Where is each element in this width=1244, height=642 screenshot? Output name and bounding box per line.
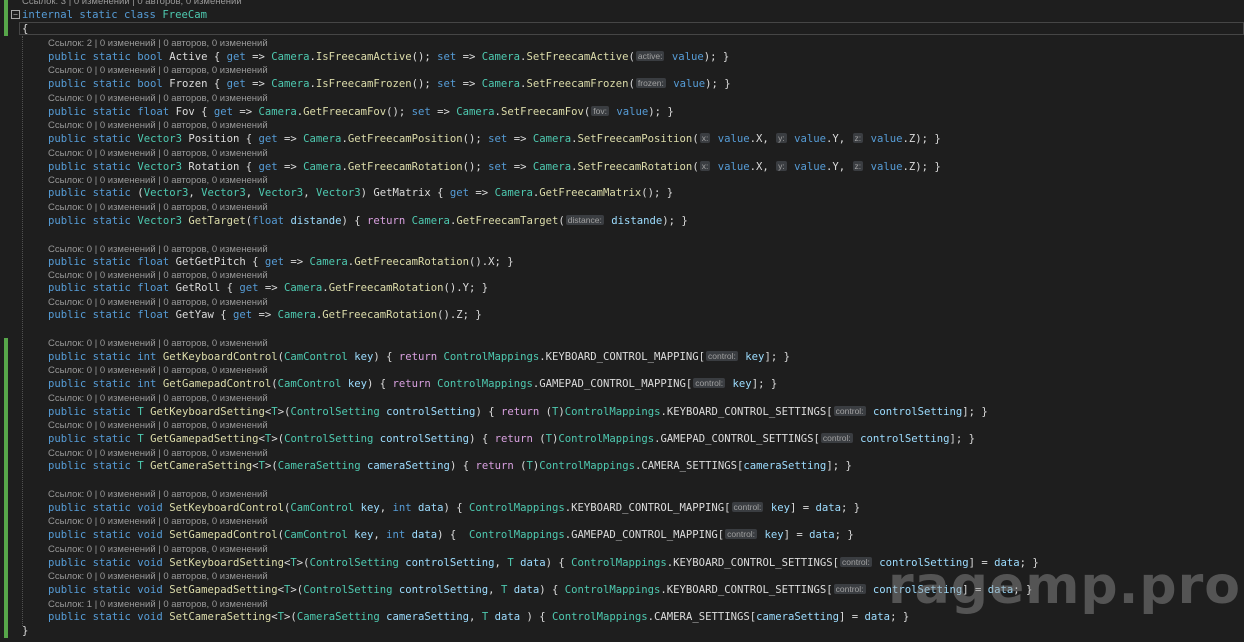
code-line[interactable]: public static T GetGamepadSetting<T>(Con… bbox=[48, 431, 975, 446]
code-line[interactable]: public static int GetKeyboardControl(Cam… bbox=[48, 349, 790, 364]
code-line[interactable]: public static bool Frozen { get => Camer… bbox=[48, 76, 731, 91]
code-line[interactable]: public static (Vector3, Vector3, Vector3… bbox=[48, 186, 673, 201]
code-line[interactable]: public static float GetGetPitch { get =>… bbox=[48, 255, 514, 270]
code-line[interactable]: public static float Fov { get => Camera.… bbox=[48, 104, 674, 119]
collapse-icon[interactable]: − bbox=[11, 10, 20, 19]
code-line[interactable]: public static T GetCameraSetting<T>(Came… bbox=[48, 459, 852, 474]
code-editor[interactable]: − Ссылок: 3 | 0 изменений | 0 авторов, 0… bbox=[0, 0, 1244, 642]
code-line[interactable]: public static Vector3 Position { get => … bbox=[48, 131, 941, 146]
code-line[interactable]: { bbox=[22, 22, 28, 37]
code-line[interactable]: public static void SetCameraSetting<T>(C… bbox=[48, 610, 909, 625]
watermark: ragemp.pro bbox=[888, 556, 1241, 616]
code-line[interactable]: public static void SetGamepadControl(Cam… bbox=[48, 527, 854, 542]
code-line[interactable]: public static float GetYaw { get => Came… bbox=[48, 308, 482, 323]
codelens[interactable]: Ссылок: 3 | 0 изменений | 0 авторов, 0 и… bbox=[22, 0, 242, 8]
code-line[interactable]: internal static class FreeCam bbox=[22, 8, 207, 23]
code-line[interactable]: public static Vector3 Rotation { get => … bbox=[48, 159, 941, 174]
code-line[interactable]: } bbox=[22, 624, 28, 639]
code-line[interactable]: public static float GetRoll { get => Cam… bbox=[48, 281, 488, 296]
code-line[interactable]: public static bool Active { get => Camer… bbox=[48, 49, 729, 64]
code-line[interactable]: public static T GetKeyboardSetting<T>(Co… bbox=[48, 404, 988, 419]
code-line[interactable]: public static Vector3 GetTarget(float di… bbox=[48, 213, 688, 228]
code-line[interactable]: public static void SetKeyboardControl(Ca… bbox=[48, 500, 860, 515]
indent-guide bbox=[22, 36, 23, 626]
change-marker bbox=[4, 0, 8, 36]
code-line[interactable]: public static void SetGamepadSetting<T>(… bbox=[48, 582, 1032, 597]
change-marker bbox=[4, 338, 8, 638]
code-line[interactable]: public static int GetGamepadControl(CamC… bbox=[48, 376, 777, 391]
current-line-highlight bbox=[19, 22, 1244, 35]
